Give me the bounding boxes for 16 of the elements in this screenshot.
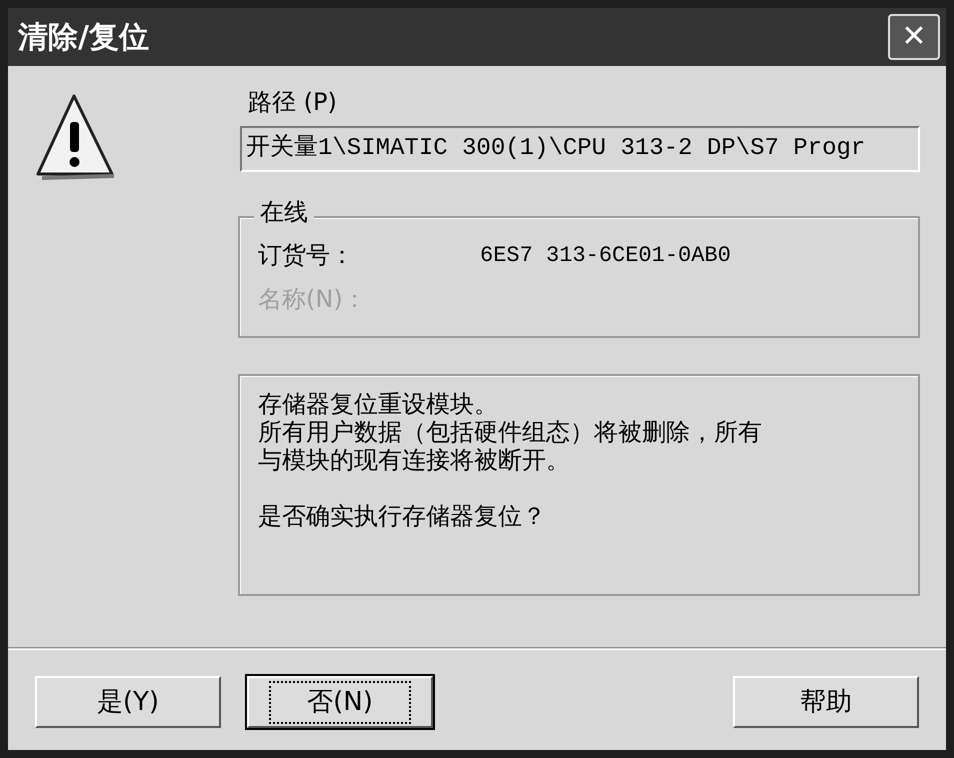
message-text: 与模块的现有连接将被断开。	[258, 446, 571, 474]
window-title: 清除/复位	[18, 18, 149, 56]
order-number: 6ES7 313-6CE01-0AB0	[480, 242, 731, 270]
field-label: 名称(N)：	[258, 284, 368, 315]
warning-icon	[34, 92, 116, 182]
path-field[interactable]: 开关量1\SIMATIC 300(1)\CPU 313-2 DP\S7 Progr	[240, 126, 920, 172]
dialog-button[interactable]: 是(Y)	[35, 676, 221, 728]
dialog-button[interactable]: 帮助	[733, 676, 919, 728]
message-text: 所有用户数据（包括硬件组态）将被删除，所有	[258, 418, 763, 446]
close-button[interactable]: ✕	[888, 14, 940, 60]
field-label: 订货号：	[258, 240, 355, 271]
question-text: 是否确实执行存储器复位？	[258, 502, 547, 530]
dialog-button[interactable]: 否(N)	[247, 676, 433, 728]
message-text: 存储器复位重设模块。	[258, 390, 499, 418]
path-label: 路径 (P)	[248, 90, 338, 114]
group-legend: 在线	[254, 200, 314, 224]
